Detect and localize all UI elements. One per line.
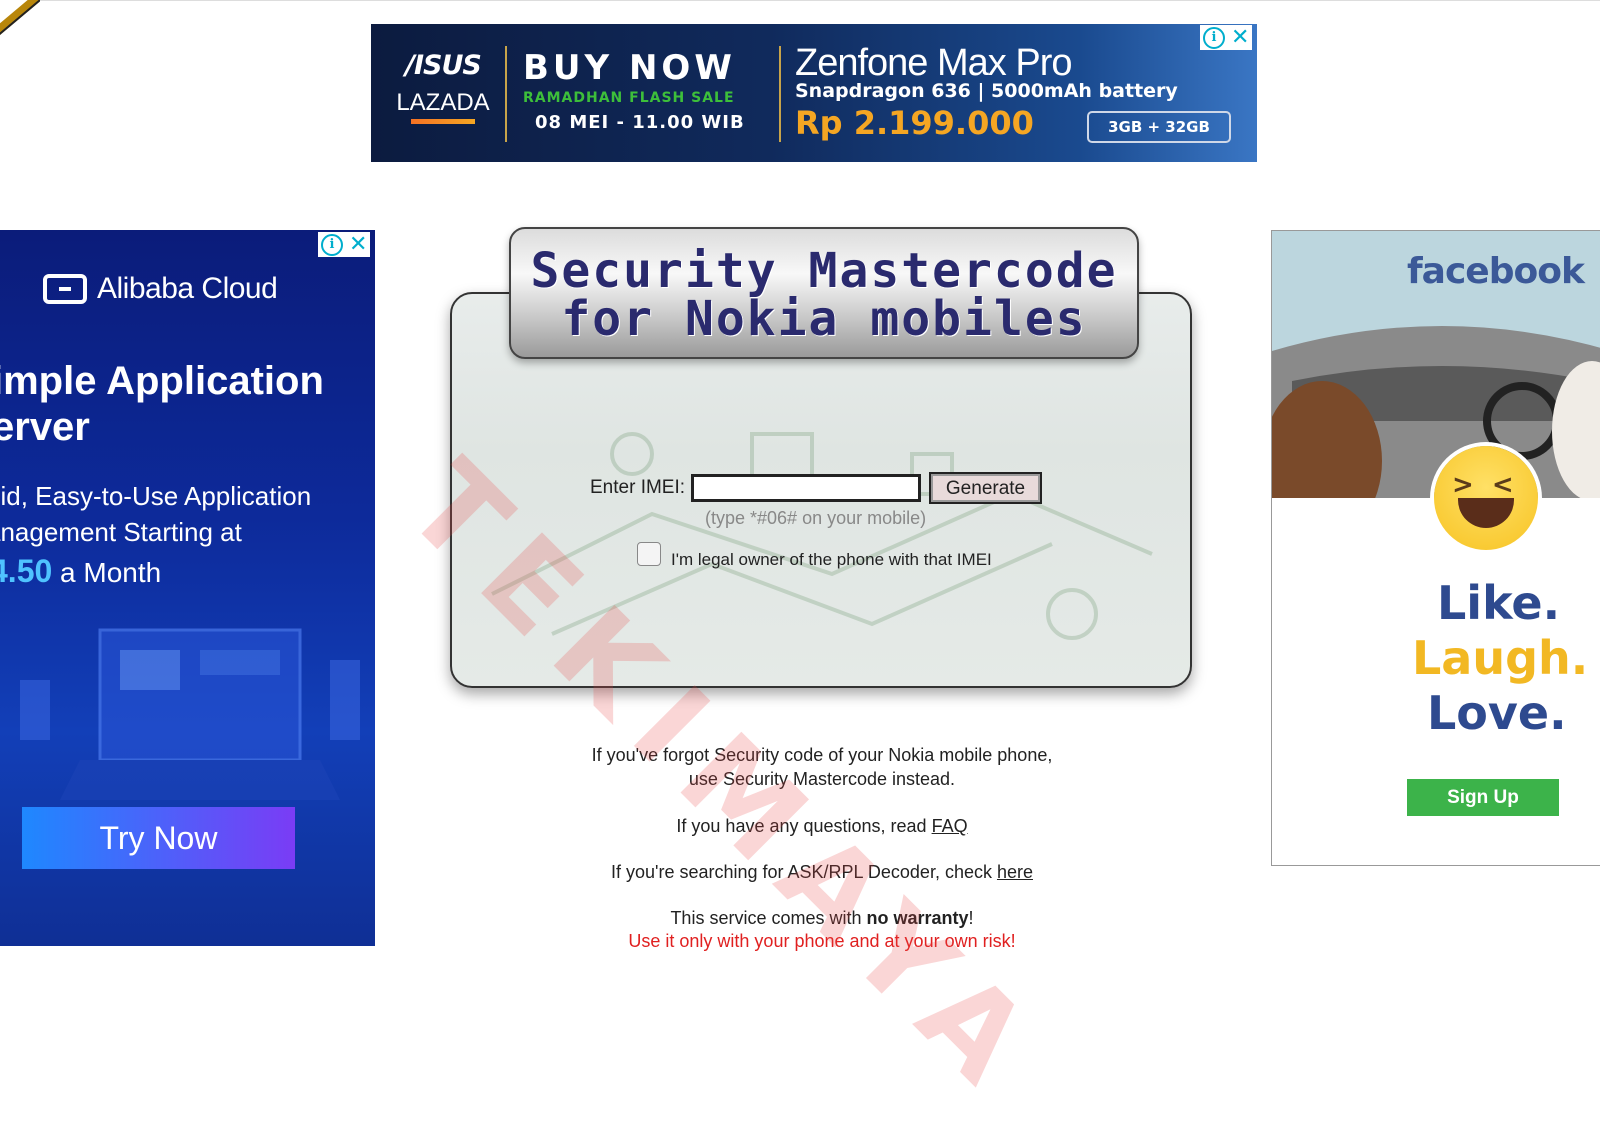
laughing-emoji-icon: > < [1434,446,1538,550]
legal-owner-checkbox[interactable] [637,542,661,566]
imei-hint: (type *#06# on your mobile) [705,508,927,528]
alibaba-mark-icon [43,274,87,304]
legal-owner-label: I'm legal owner of the phone with that I… [671,550,992,569]
risk-warning: Use it only with your phone and at your … [628,931,1016,951]
left-ad-adchoices[interactable]: i ✕ [318,232,371,257]
close-icon[interactable]: ✕ [349,233,367,256]
info-paragraph-3: If you're searching for ASK/RPL Decoder,… [512,860,1132,884]
info-paragraph-5: Use it only with your phone and at your … [512,929,1132,953]
banner-divider [779,46,781,142]
banner-sale: RAMADHAN FLASH SALE [523,90,735,106]
left-ad[interactable]: Alibaba Cloud imple Application erver pi… [0,230,375,946]
imei-form: Enter IMEI: Generate [590,472,1043,504]
right-ad[interactable]: facebook > < Like. Laugh. Love. Sign Up [1271,230,1600,866]
info-paragraph-1: If you've forgot Security code of your N… [512,743,1132,791]
circuit-background [491,432,1153,640]
left-ad-price: 4.50 a Month [0,553,161,590]
alibaba-logo: Alibaba Cloud [43,272,278,306]
right-ad-line3: Love. [1427,686,1567,740]
imei-input[interactable] [691,474,922,502]
banner-price: Rp 2.199.000 [795,104,1034,142]
corner-mark [0,0,40,40]
title-line-1: Security Mastercode [530,243,1118,299]
banner-adchoices[interactable]: i ✕ [1200,25,1253,50]
warranty-bold: no warranty [866,908,969,928]
banner-brand-block: /ISUS LAZADA [393,50,493,124]
page-title: Security Mastercode for Nokia mobiles [509,227,1139,359]
decoder-link[interactable]: here [997,862,1033,882]
info-paragraph-2: If you have any questions, read FAQ [512,814,1132,838]
info-icon[interactable]: i [1203,26,1225,49]
top-banner-ad[interactable]: /ISUS LAZADA BUY NOW RAMADHAN FLASH SALE… [371,24,1257,162]
info-paragraph-4: This service comes with no warranty! [512,906,1132,930]
banner-spec: Snapdragon 636 | 5000mAh battery [795,80,1178,102]
top-divider [40,0,1600,1]
left-ad-price-value: 4.50 [0,553,53,589]
banner-divider [505,46,507,142]
left-ad-price-suffix: a Month [52,557,162,588]
warranty-suffix: ! [968,908,974,928]
alibaba-brand: Alibaba Cloud [97,272,278,305]
close-icon[interactable]: ✕ [1231,26,1249,49]
asus-logo: /ISUS [405,50,482,81]
left-ad-body: pid, Easy-to-Use Application anagement S… [0,481,312,547]
generate-button[interactable]: Generate [929,472,1043,504]
banner-promo: 3GB + 32GB [1087,111,1231,143]
lazada-logo: LAZADA [396,89,490,116]
decoder-prefix: If you're searching for ASK/RPL Decoder,… [611,862,997,882]
banner-model: Zenfone Max Pro [795,42,1072,84]
info-line: If you've forgot Security code of your N… [591,745,1053,765]
legal-owner-row: I'm legal owner of the phone with that I… [637,538,992,570]
try-now-button[interactable]: Try Now [22,807,295,869]
title-line-2: for Nokia mobiles [561,291,1087,347]
left-ad-headline: imple Application erver [0,359,324,449]
imei-label: Enter IMEI: [590,477,686,498]
laptop-illustration [20,628,360,800]
right-ad-line2: Laugh. [1412,631,1589,685]
faq-link[interactable]: FAQ [932,816,968,836]
facebook-logo: facebook [1407,251,1585,292]
banner-date: 08 MEI - 11.00 WIB [535,112,745,133]
banner-headline: BUY NOW [523,48,736,88]
info-line: use Security Mastercode instead. [688,769,956,789]
faq-prefix: If you have any questions, read [676,816,932,836]
lazada-bar [411,119,475,124]
warranty-prefix: This service comes with [670,908,867,928]
sign-up-button[interactable]: Sign Up [1407,779,1559,816]
info-icon[interactable]: i [321,233,343,256]
right-ad-line1: Like. [1437,576,1561,630]
